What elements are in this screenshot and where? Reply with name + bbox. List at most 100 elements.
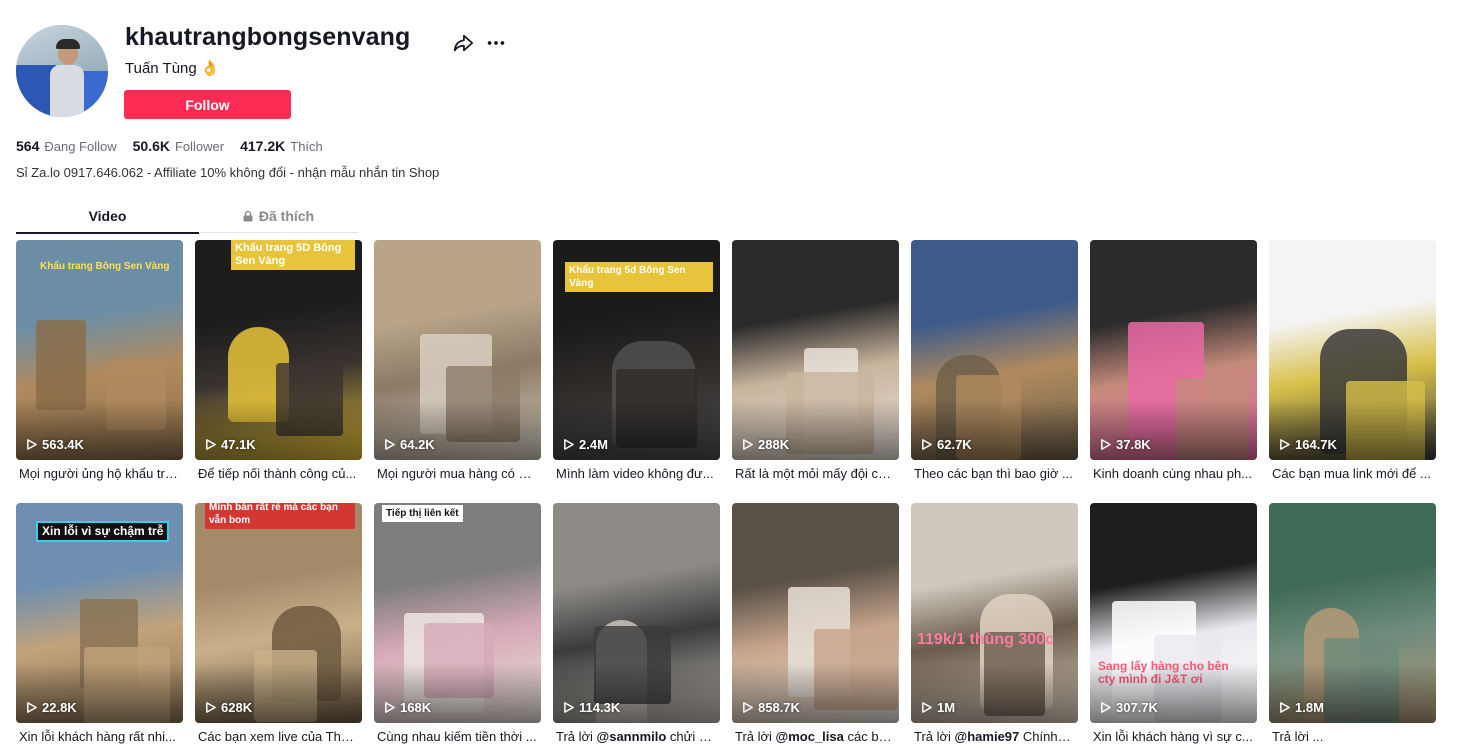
video-caption[interactable]: Trả lời @hamie97 Chính v... [914,729,1074,744]
tab-liked[interactable]: Đã thích [199,200,358,233]
video-thumbnail[interactable]: 288K [732,240,899,460]
view-count: 37.8K [1100,437,1151,452]
view-count-text: 164.7K [1295,437,1337,452]
video-card[interactable]: Xin lỗi vì sự chậm trễ 22.8K Xin lỗi khách… [16,503,183,748]
view-count-text: 858.7K [758,700,800,715]
video-card[interactable]: Tiếp thị liên kết 168K Cùng nhau kiếm tiền… [374,503,541,748]
follow-button[interactable]: Follow [124,90,291,119]
video-thumbnail[interactable]: 164.7K [1269,240,1436,460]
more-options-icon[interactable] [485,32,507,54]
video-card[interactable]: 288K Rất là một mỏi mấy đội ch... [732,240,899,485]
view-count-text: 1M [937,700,956,715]
tab-video[interactable]: Video [16,200,199,234]
video-card[interactable]: Khẩu trang 5D Bông Sen Vàng 47.1K Để tiếp … [195,240,362,485]
video-thumbnail[interactable]: 119k/1 thùng 300c 1M [911,503,1078,723]
nickname: Tuấn Tùng 👌 [125,60,220,77]
video-card[interactable]: Mình bán rất rẻ mà các bạn vẫn bom 628K Cá… [195,503,362,748]
profile-tabs: Video Đã thích [16,200,358,234]
play-icon [922,702,932,713]
video-thumbnail[interactable]: 114.3K [553,503,720,723]
play-icon [385,702,395,713]
view-count: 114.3K [563,700,620,715]
video-thumbnail[interactable]: Khẩu trang 5D Bông Sen Vàng 47.1K [195,240,362,460]
video-thumbnail[interactable]: Khẩu trang 5d Bông Sen Vàng 2.4M [553,240,720,460]
caption-mention[interactable]: @sannmilo [597,729,667,744]
view-count: 858.7K [742,700,800,715]
video-card[interactable]: 1.8M Trả lời ... [1269,503,1436,748]
video-thumbnail[interactable]: Xin lỗi vì sự chậm trễ 22.8K [16,503,183,723]
stat-likes-count: 417.2K [240,138,286,154]
video-caption[interactable]: Để tiếp nối thành công củ... [198,466,358,481]
video-caption[interactable]: Các bạn mua link mới để ... [1272,466,1432,481]
view-count: 22.8K [26,700,77,715]
video-thumbnail[interactable]: 1.8M [1269,503,1436,723]
avatar-person [50,65,84,117]
video-card[interactable]: Khẩu trang 5d Bông Sen Vàng 2.4M Mình làm … [553,240,720,485]
play-icon [743,439,753,450]
play-icon [385,439,395,450]
stat-following[interactable]: 564 Đang Follow [16,138,117,154]
video-caption[interactable]: Cùng nhau kiếm tiền thời ... [377,729,537,744]
video-card[interactable]: Khẩu trang Bông Sen Vàng 563.4K Mọi người … [16,240,183,485]
video-thumbnail[interactable]: 858.7K [732,503,899,723]
video-caption[interactable]: Theo các bạn thì bao giờ ... [914,466,1074,481]
video-thumbnail[interactable]: 64.2K [374,240,541,460]
video-thumbnail[interactable]: Sang lấy hàng cho bên cty mình đi J&T ơi… [1090,503,1257,723]
username: khautrangbongsenvang [125,23,411,51]
video-thumbnail[interactable]: Khẩu trang Bông Sen Vàng 563.4K [16,240,183,460]
view-count-text: 114.3K [579,700,621,715]
stat-followers-label: Follower [174,139,225,154]
stat-followers[interactable]: 50.6K Follower [133,138,224,154]
video-card[interactable]: 62.7K Theo các bạn thì bao giờ ... [911,240,1078,485]
video-caption[interactable]: Trả lời @sannmilo chửi n... [556,729,716,744]
video-caption[interactable]: Mọi người ủng hộ khẩu trang... [19,466,179,481]
avatar[interactable] [16,25,108,117]
share-icon[interactable] [452,32,474,54]
video-caption[interactable]: Rất là một mỏi mấy đội ch... [735,466,895,481]
video-overlay-text: Tiếp thị liên kết [382,505,463,522]
video-caption[interactable]: Xin lỗi khách hàng rất nhi... [19,729,179,744]
video-overlay-text: 119k/1 thùng 300c [917,631,1054,648]
caption-text: các bạ... [843,729,895,744]
view-count-text: 22.8K [42,700,77,715]
video-card[interactable]: 164.7K Các bạn mua link mới để ... [1269,240,1436,485]
video-overlay-text: Xin lỗi vì sự chậm trễ [36,521,170,542]
video-caption[interactable]: Mọi người mua hàng có sa... [377,466,537,481]
video-overlay-text: Khẩu trang Bông Sen Vàng [40,261,170,272]
caption-mention[interactable]: @hamie97 [955,729,1020,744]
video-card[interactable]: 114.3K Trả lời @sannmilo chửi n... [553,503,720,748]
view-count-text: 64.2K [400,437,435,452]
view-count: 1.8M [1279,700,1324,715]
tab-liked-label: Đã thích [258,208,315,224]
play-icon [922,439,932,450]
video-caption[interactable]: Kinh doanh cùng nhau ph... [1093,466,1253,481]
video-card[interactable]: 858.7K Trả lời @moc_lisa các bạ... [732,503,899,748]
view-count: 1M [921,700,955,715]
video-caption[interactable]: Các bạn xem live của Tho... [198,729,358,744]
video-card[interactable]: 119k/1 thùng 300c 1M Trả lời @hamie97 Chín… [911,503,1078,748]
video-caption[interactable]: Xin lỗi khách hàng vì sự c... [1093,729,1253,744]
view-count: 62.7K [921,437,972,452]
video-overlay-text: Khẩu trang 5d Bông Sen Vàng [565,262,713,292]
view-count: 47.1K [205,437,256,452]
caption-mention[interactable]: @moc_lisa [776,729,844,744]
play-icon [206,439,216,450]
play-icon [27,702,37,713]
video-card[interactable]: 37.8K Kinh doanh cùng nhau ph... [1090,240,1257,485]
profile-stats: 564 Đang Follow 50.6K Follower 417.2K Th… [16,138,339,154]
video-overlay-text: Khẩu trang 5D Bông Sen Vàng [231,240,355,270]
view-count-text: 62.7K [937,437,972,452]
stat-followers-count: 50.6K [132,138,170,154]
video-caption[interactable]: Trả lời ... [1272,729,1432,744]
video-card[interactable]: Sang lấy hàng cho bên cty mình đi J&T ơi… [1090,503,1257,748]
video-caption[interactable]: Trả lời @moc_lisa các bạ... [735,729,895,744]
video-card[interactable]: 64.2K Mọi người mua hàng có sa... [374,240,541,485]
caption-prefix: Trả lời [914,729,955,744]
view-count-text: 168K [400,700,432,715]
video-thumbnail[interactable]: Tiếp thị liên kết 168K [374,503,541,723]
play-icon [1101,702,1111,713]
video-thumbnail[interactable]: 37.8K [1090,240,1257,460]
video-thumbnail[interactable]: 62.7K [911,240,1078,460]
video-thumbnail[interactable]: Mình bán rất rẻ mà các bạn vẫn bom 628K [195,503,362,723]
video-caption[interactable]: Mình làm video không đư... [556,466,716,481]
